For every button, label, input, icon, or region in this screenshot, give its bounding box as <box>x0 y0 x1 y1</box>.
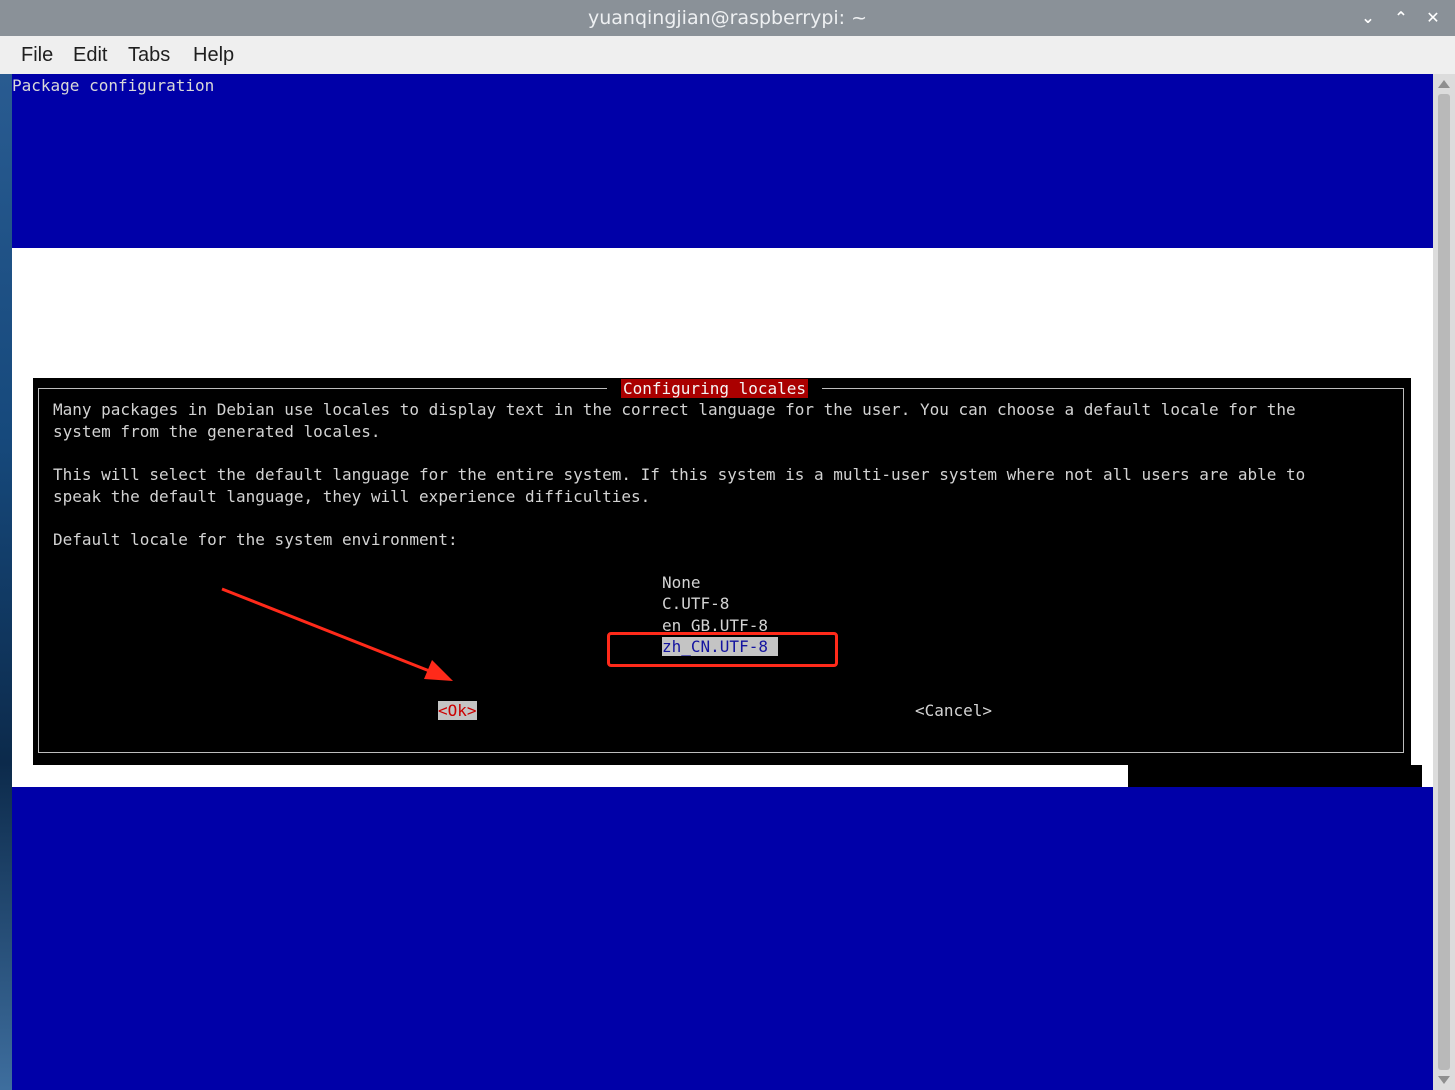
close-icon[interactable]: ✕ <box>1418 0 1448 36</box>
menu-bar: File Edit Tabs Help <box>0 36 1455 74</box>
scrollbar-thumb[interactable] <box>1438 94 1450 1070</box>
vertical-scrollbar[interactable] <box>1433 74 1455 1090</box>
window-titlebar[interactable]: yuanqingjian@raspberrypi: ~ ⌄ ⌃ ✕ <box>0 0 1455 36</box>
menu-file[interactable]: File <box>21 36 53 74</box>
menu-help[interactable]: Help <box>193 36 234 74</box>
scroll-up-icon[interactable] <box>1438 80 1450 88</box>
window-title: yuanqingjian@raspberrypi: ~ <box>587 7 868 29</box>
scroll-down-icon[interactable] <box>1438 1076 1450 1084</box>
desktop-background <box>0 0 12 1090</box>
menu-tabs[interactable]: Tabs <box>128 36 170 74</box>
terminal-area[interactable]: Package configuration Configuring locale… <box>12 74 1433 1090</box>
menu-edit[interactable]: Edit <box>73 36 107 74</box>
red-arrow-icon <box>221 587 453 681</box>
maximize-icon[interactable]: ⌃ <box>1386 0 1416 36</box>
minimize-icon[interactable]: ⌄ <box>1353 0 1383 36</box>
